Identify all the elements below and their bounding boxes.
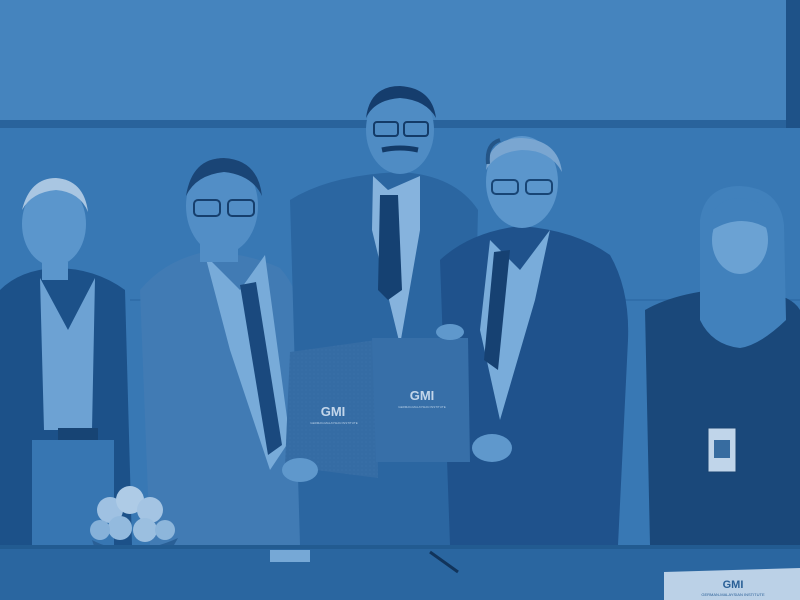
name-plate-subtitle: GERMAN-MALAYSIAN INSTITUTE — [701, 592, 765, 597]
folder-right: GMI GERMAN-MALAYSIAN INSTITUTE — [372, 338, 470, 462]
table-card — [270, 550, 310, 562]
signing-ceremony-photo: GMI GERMAN-MALAYSIAN INSTITUTE GMI GERMA… — [0, 0, 800, 600]
hand-left — [282, 458, 318, 482]
hand-right — [472, 434, 512, 462]
name-plate-logo: GMI — [723, 579, 744, 591]
folder-right-subtitle: GERMAN-MALAYSIAN INSTITUTE — [398, 405, 445, 409]
folder-left-logo: GMI — [321, 404, 346, 419]
folder-left-subtitle: GERMAN-MALAYSIAN INSTITUTE — [310, 421, 357, 425]
folder-left: GMI GERMAN-MALAYSIAN INSTITUTE — [285, 340, 378, 478]
folder-right-logo: GMI — [410, 388, 435, 403]
screen-edge — [786, 0, 800, 128]
name-plate: GMI GERMAN-MALAYSIAN INSTITUTE — [664, 568, 800, 600]
photo-scene: GMI GERMAN-MALAYSIAN INSTITUTE GMI GERMA… — [0, 0, 800, 600]
